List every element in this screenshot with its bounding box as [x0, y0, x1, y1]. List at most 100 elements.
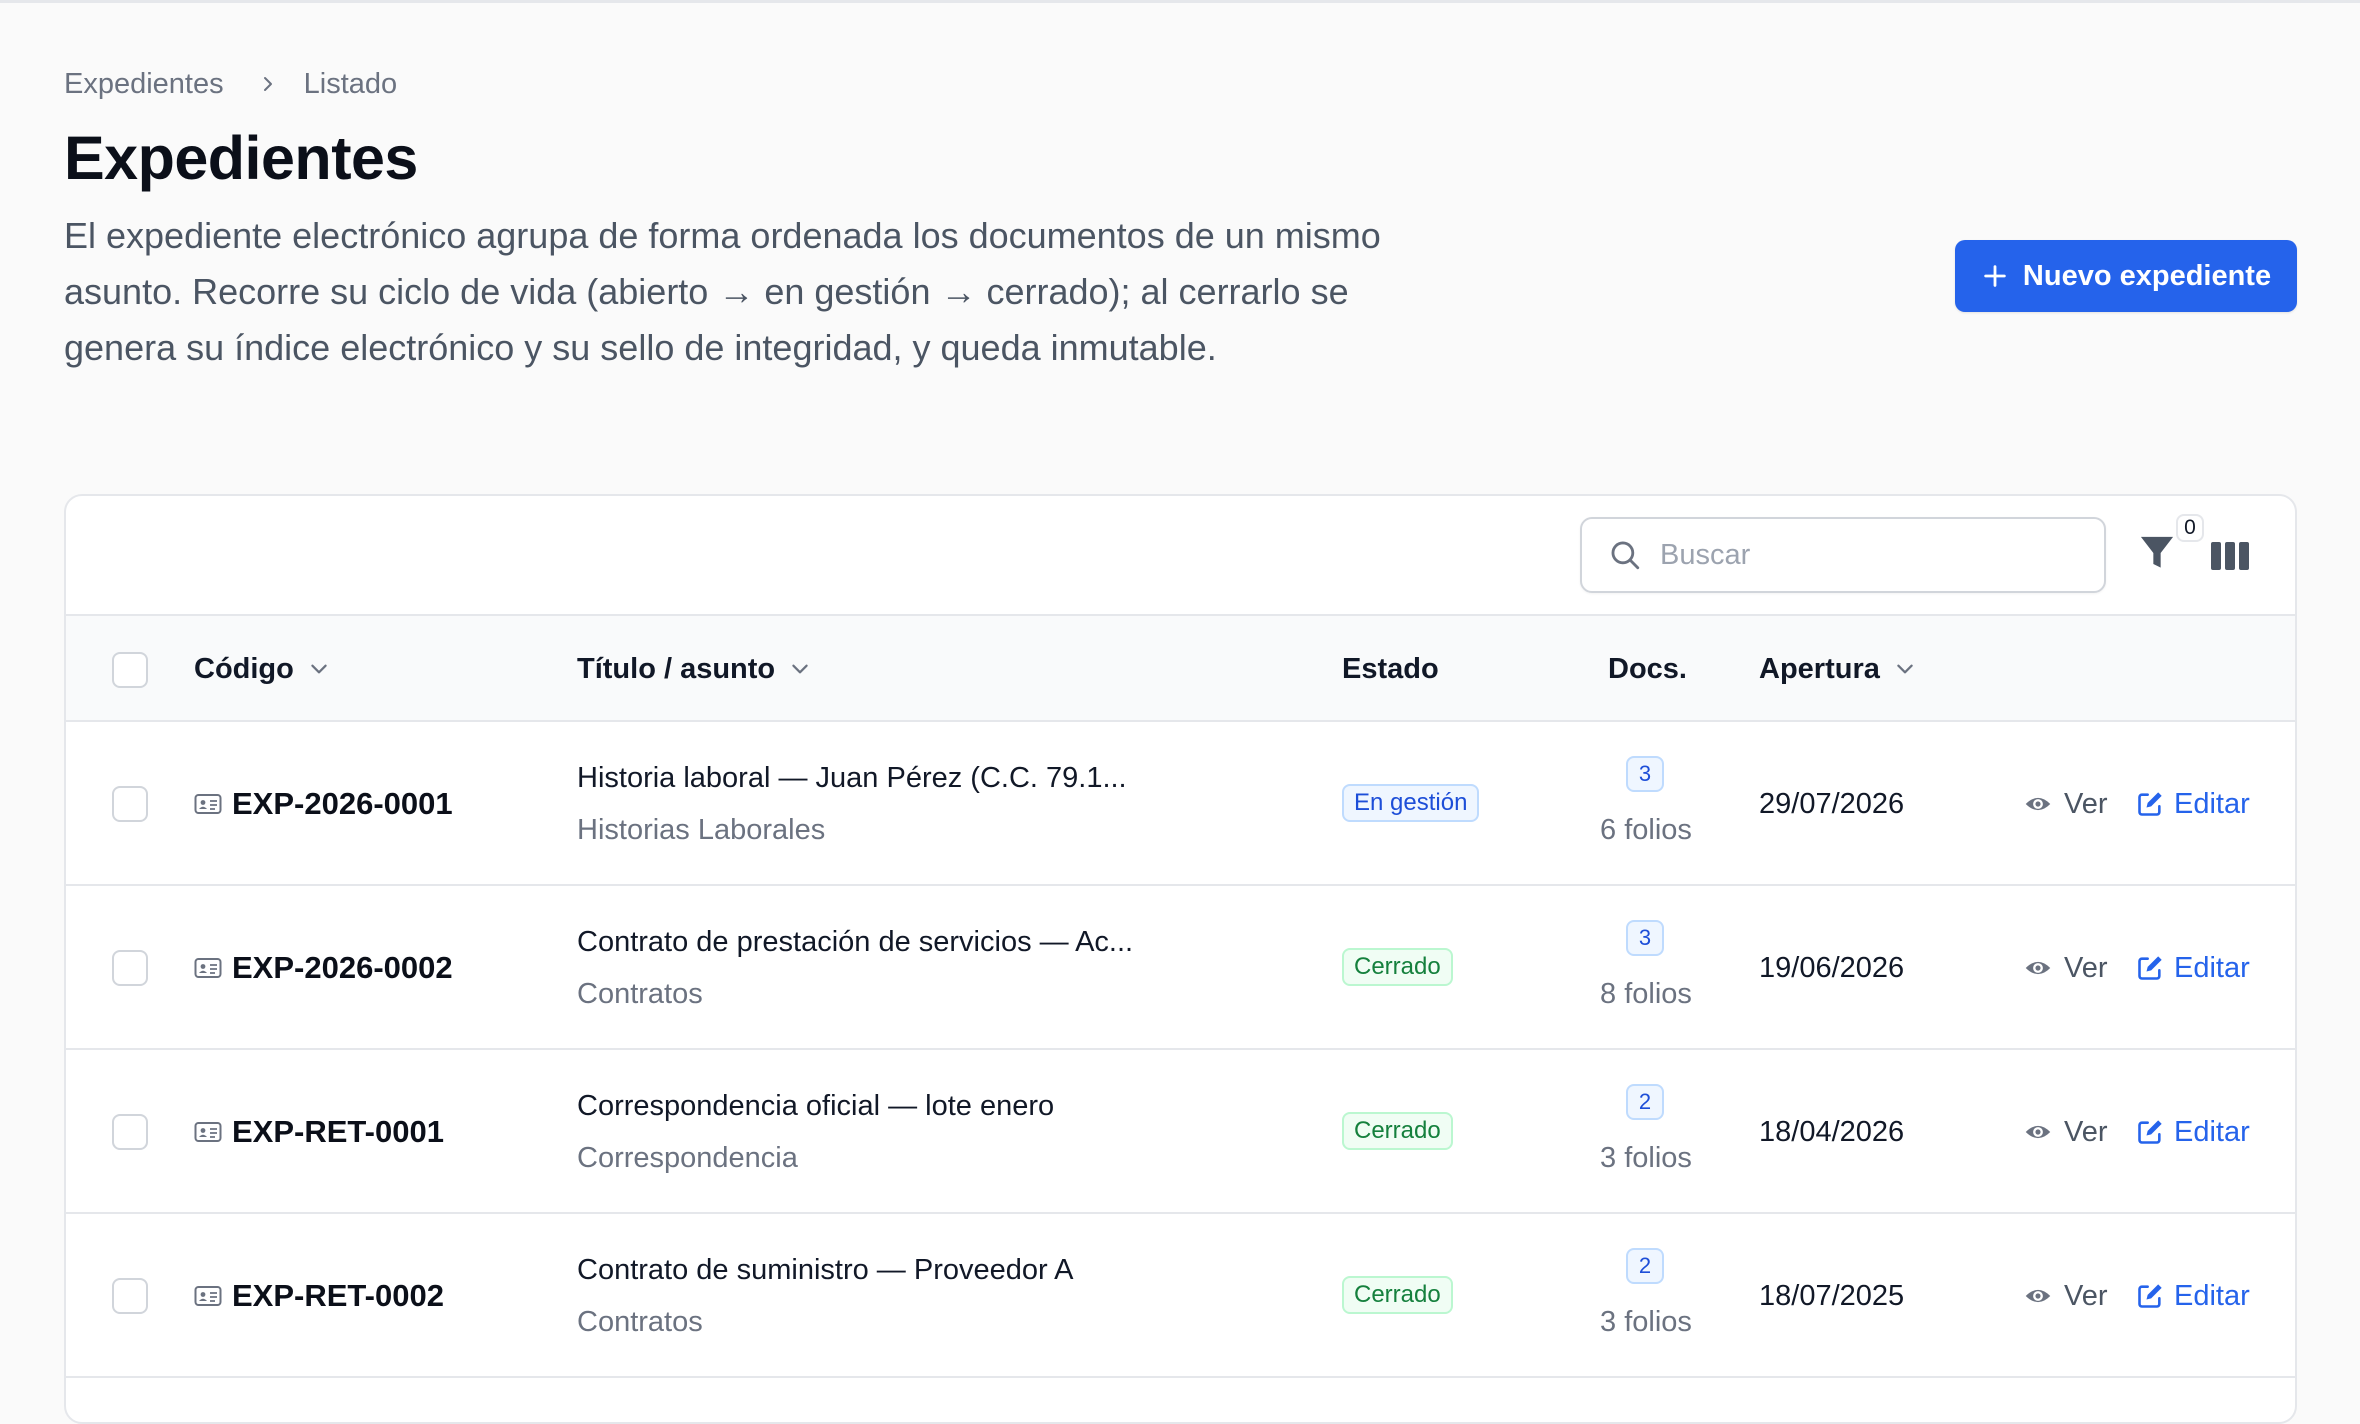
plus-icon — [1984, 265, 2006, 287]
page: Expedientes Listado Expedientes El exped… — [64, 0, 2297, 1424]
row-checkbox[interactable] — [112, 950, 148, 986]
view-label: Ver — [2064, 1279, 2108, 1312]
row-title: Historia laboral — Juan Pérez (C.C. 79.1… — [577, 762, 1127, 794]
row-code-text: EXP-RET-0002 — [232, 1278, 444, 1313]
eye-icon — [2025, 797, 2051, 811]
row-folios: 3 folios — [1600, 1142, 1692, 1174]
chevron-right-icon — [263, 77, 272, 91]
row-code: EXP-RET-0001 — [194, 1050, 444, 1214]
row-opened-date: 19/06/2026 — [1759, 951, 1905, 984]
table-row: EXP-2026-0002 Contrato de prestación de … — [66, 886, 2295, 1050]
eye-icon — [2025, 1289, 2051, 1303]
column-header-opened[interactable]: Apertura — [1759, 616, 1916, 722]
row-code: EXP-2026-0002 — [194, 886, 453, 1050]
search-icon — [1611, 541, 1640, 570]
row-title: Contrato de prestación de servicios — Ac… — [577, 926, 1134, 958]
row-title: Correspondencia oficial — lote enero — [577, 1090, 1055, 1122]
table-row: EXP-RET-0002 Contrato de suministro — Pr… — [66, 1214, 2295, 1378]
status-badge: Cerrado — [1342, 1276, 1453, 1314]
row-opened-date: 18/07/2025 — [1759, 1279, 1905, 1312]
column-header-opened-label: Apertura — [1759, 652, 1880, 685]
row-folios: 6 folios — [1600, 814, 1692, 846]
column-header-docs: Docs. — [1608, 652, 1687, 685]
search-input[interactable] — [1660, 538, 2080, 572]
edit-button[interactable]: Editar — [2136, 886, 2250, 1050]
view-button[interactable]: Ver — [2024, 1214, 2108, 1378]
view-label: Ver — [2064, 1115, 2108, 1148]
row-folios: 8 folios — [1600, 978, 1692, 1010]
filter-button[interactable] — [2139, 534, 2179, 574]
edit-label: Editar — [2174, 951, 2250, 984]
table-toolbar: 0 — [66, 496, 2295, 616]
row-checkbox[interactable] — [112, 786, 148, 822]
id-card-icon — [194, 1122, 222, 1142]
row-checkbox[interactable] — [112, 1278, 148, 1314]
column-header-code[interactable]: Código — [194, 616, 330, 722]
column-header-status: Estado — [1342, 652, 1439, 685]
row-opened-date: 29/07/2026 — [1759, 787, 1905, 820]
pencil-square-icon — [2138, 1120, 2162, 1144]
edit-button[interactable]: Editar — [2136, 722, 2250, 886]
row-series: Correspondencia — [577, 1142, 798, 1174]
new-expediente-label: Nuevo expediente — [2022, 259, 2272, 292]
column-header-code-label: Código — [194, 652, 294, 685]
column-header-title[interactable]: Título / asunto — [577, 616, 811, 722]
docs-count-badge: 2 — [1626, 1248, 1664, 1284]
row-series: Historias Laborales — [577, 814, 826, 846]
row-series: Contratos — [577, 1306, 703, 1338]
row-code-text: EXP-2026-0002 — [232, 950, 453, 985]
table-row: EXP-2026-0001 Historia laboral — Juan Pé… — [66, 722, 2295, 886]
eye-icon — [2025, 1125, 2051, 1139]
edit-button[interactable]: Editar — [2136, 1214, 2250, 1378]
view-button[interactable]: Ver — [2024, 722, 2108, 886]
edit-label: Editar — [2174, 1279, 2250, 1312]
row-title: Contrato de suministro — Proveedor A — [577, 1254, 1074, 1286]
row-folios: 3 folios — [1600, 1306, 1692, 1338]
columns-icon[interactable] — [2210, 540, 2250, 572]
row-checkbox[interactable] — [112, 1114, 148, 1150]
pencil-square-icon — [2138, 1284, 2162, 1308]
pencil-square-icon — [2138, 792, 2162, 816]
row-code: EXP-RET-0002 — [194, 1214, 444, 1378]
row-opened-date: 18/04/2026 — [1759, 1115, 1905, 1148]
column-header-title-label: Título / asunto — [577, 652, 776, 685]
status-badge: Cerrado — [1342, 948, 1453, 986]
edit-label: Editar — [2174, 1115, 2250, 1148]
edit-button[interactable]: Editar — [2136, 1050, 2250, 1214]
new-expediente-button[interactable]: Nuevo expediente — [1955, 240, 2297, 312]
expedientes-table-card: 0 Código Título / asunto Estado Docs. Ap… — [64, 494, 2297, 1424]
docs-count-badge: 3 — [1626, 920, 1664, 956]
id-card-icon — [194, 794, 222, 814]
breadcrumb: Expedientes Listado — [64, 64, 397, 104]
view-button[interactable]: Ver — [2024, 1050, 2108, 1214]
eye-icon — [2025, 961, 2051, 975]
row-series: Contratos — [577, 978, 703, 1010]
pencil-square-icon — [2138, 956, 2162, 980]
view-label: Ver — [2064, 787, 2108, 820]
search-box[interactable] — [1580, 517, 2106, 593]
funnel-icon — [2140, 536, 2174, 568]
status-badge: En gestión — [1342, 784, 1480, 822]
filter-count-badge: 0 — [2176, 514, 2204, 542]
table-header: Código Título / asunto Estado Docs. Aper… — [66, 616, 2295, 722]
row-code-text: EXP-RET-0001 — [232, 1114, 444, 1149]
table-row: EXP-RET-0001 Correspondencia oficial — l… — [66, 1050, 2295, 1214]
id-card-icon — [194, 1286, 222, 1306]
page-title: Expedientes — [64, 124, 418, 192]
page-description: El expediente electrónico agrupa de form… — [64, 215, 1381, 368]
id-card-icon — [194, 958, 222, 978]
view-button[interactable]: Ver — [2024, 886, 2108, 1050]
status-badge: Cerrado — [1342, 1112, 1453, 1150]
row-code: EXP-2026-0001 — [194, 722, 453, 886]
docs-count-badge: 2 — [1626, 1084, 1664, 1120]
chevron-down-icon — [311, 664, 327, 674]
breadcrumb-current: Listado — [303, 67, 398, 100]
chevron-down-icon — [1897, 664, 1913, 674]
docs-count-badge: 3 — [1626, 756, 1664, 792]
view-label: Ver — [2064, 951, 2108, 984]
edit-label: Editar — [2174, 787, 2250, 820]
select-all-checkbox[interactable] — [112, 652, 148, 688]
row-code-text: EXP-2026-0001 — [232, 786, 453, 821]
chevron-down-icon — [792, 664, 808, 674]
breadcrumb-link-expedientes[interactable]: Expedientes — [64, 68, 224, 101]
